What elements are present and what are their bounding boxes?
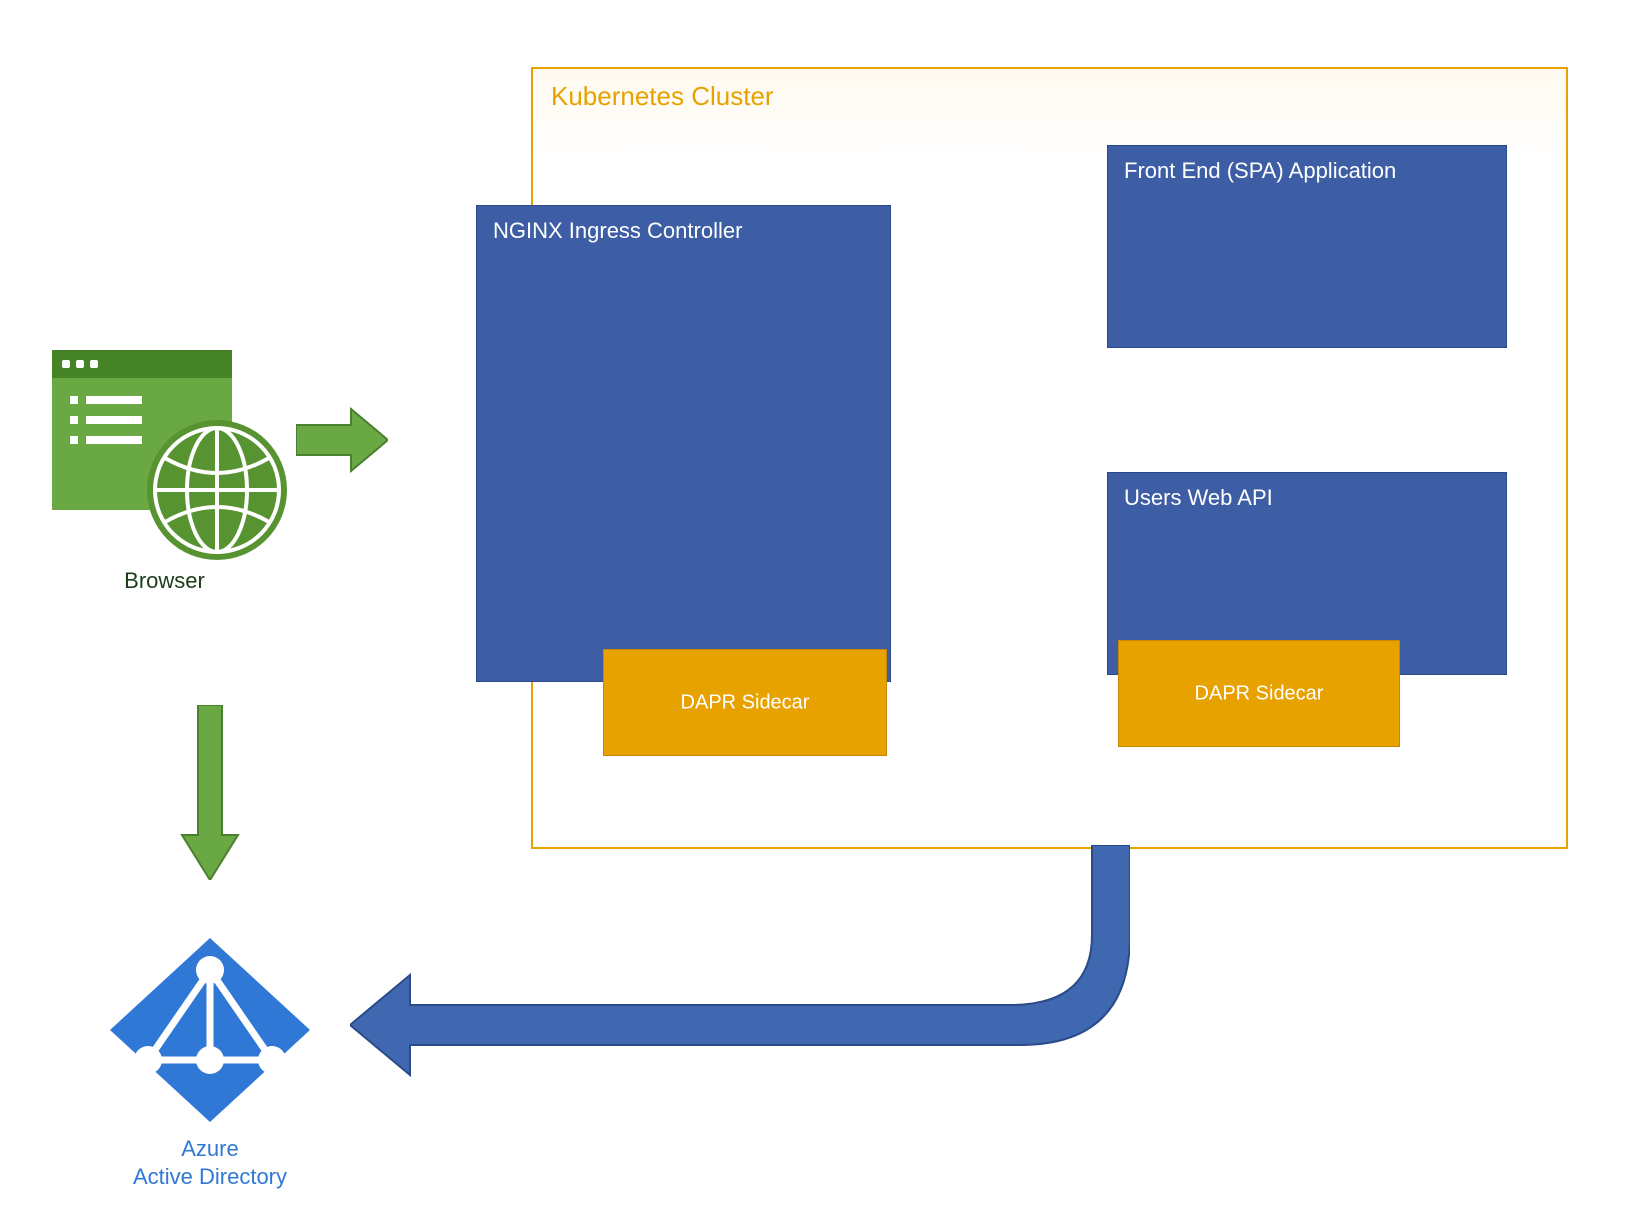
- dapr-sidecar-label: DAPR Sidecar: [1119, 682, 1399, 705]
- nginx-ingress-box: NGINX Ingress Controller: [476, 205, 891, 682]
- azure-ad-title-line2: Active Directory: [133, 1164, 287, 1189]
- window-control-dot: [76, 360, 84, 368]
- list-bullet-icon: [70, 416, 78, 424]
- azure-ad-node: Azure Active Directory: [100, 930, 320, 1190]
- dapr-sidecar-nginx: DAPR Sidecar: [603, 649, 887, 756]
- azure-ad-icon: [100, 930, 320, 1130]
- list-bullet-icon: [70, 436, 78, 444]
- nginx-ingress-label: NGINX Ingress Controller: [493, 218, 742, 244]
- arrow-curved-left-icon: [350, 845, 1130, 1085]
- window-control-dot: [90, 360, 98, 368]
- azure-ad-title-line1: Azure: [181, 1136, 238, 1161]
- list-line-icon: [86, 416, 142, 424]
- azure-ad-label: Azure Active Directory: [90, 1135, 330, 1190]
- dapr-sidecar-label: DAPR Sidecar: [604, 691, 886, 714]
- frontend-spa-box: Front End (SPA) Application: [1107, 145, 1507, 348]
- list-line-icon: [86, 436, 142, 444]
- dapr-sidecar-api: DAPR Sidecar: [1118, 640, 1400, 747]
- architecture-diagram: Browser Azure Active Directory: [0, 0, 1639, 1211]
- browser-titlebar: [52, 350, 232, 378]
- arrow-right-icon: [296, 405, 388, 475]
- list-bullet-icon: [70, 396, 78, 404]
- arrow-down-icon: [180, 705, 240, 880]
- frontend-spa-label: Front End (SPA) Application: [1124, 158, 1396, 184]
- window-control-dot: [62, 360, 70, 368]
- browser-node: Browser: [52, 350, 277, 615]
- globe-lines-icon: [147, 420, 287, 560]
- browser-label: Browser: [52, 568, 277, 594]
- kubernetes-cluster-title: Kubernetes Cluster: [551, 81, 774, 112]
- users-web-api-label: Users Web API: [1124, 485, 1273, 511]
- globe-icon: [147, 420, 287, 560]
- list-line-icon: [86, 396, 142, 404]
